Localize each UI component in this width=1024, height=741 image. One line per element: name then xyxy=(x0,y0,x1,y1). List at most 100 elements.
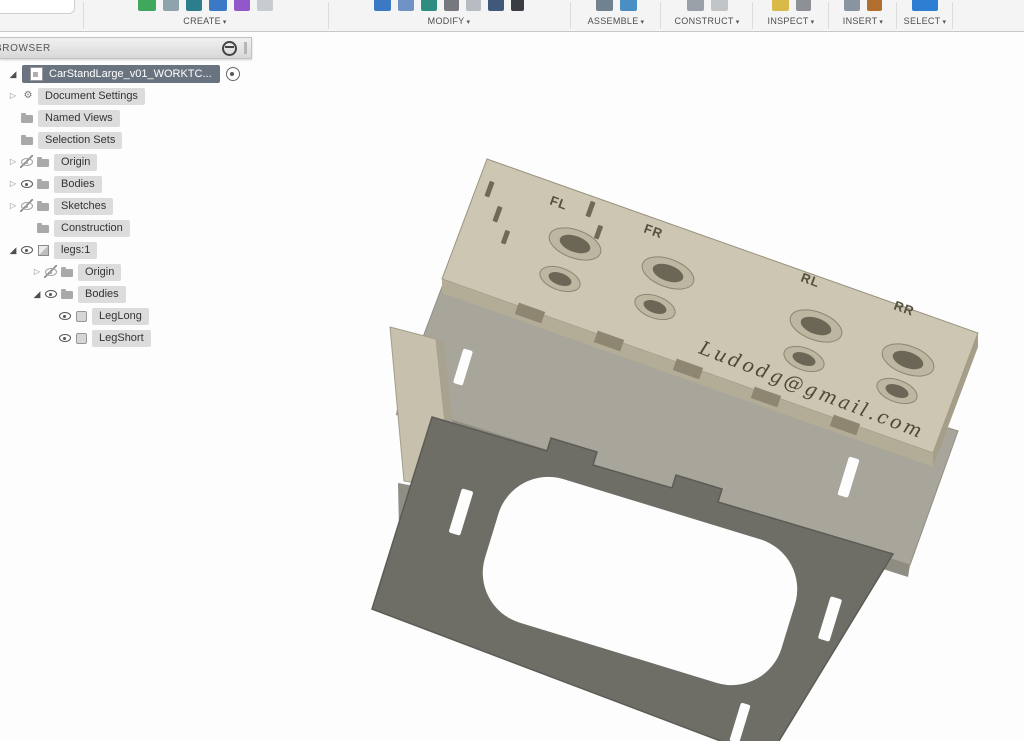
folder-icon xyxy=(36,155,52,169)
toolbar-group-select: SELECT▾ xyxy=(898,0,952,31)
browser-item-construction[interactable]: Construction xyxy=(0,217,252,239)
offset-plane-icon[interactable] xyxy=(687,0,704,11)
create-sketch-icon[interactable] xyxy=(186,0,202,11)
insert-menu[interactable]: INSERT▾ xyxy=(830,16,896,26)
browser-item-legshort[interactable]: LegShort xyxy=(0,327,252,349)
decal-icon[interactable] xyxy=(867,0,882,11)
insert-menu-label: INSERT xyxy=(843,16,878,26)
browser-item-named-views[interactable]: Named Views xyxy=(0,107,252,129)
select-menu[interactable]: SELECT▾ xyxy=(898,16,952,26)
visibility-eye-icon[interactable] xyxy=(20,199,36,213)
measure-icon[interactable] xyxy=(772,0,789,11)
visibility-eye-icon[interactable] xyxy=(20,243,36,257)
panel-resize-handle[interactable] xyxy=(244,42,247,54)
joint-icon[interactable] xyxy=(596,0,613,11)
visibility-eye-icon[interactable] xyxy=(20,155,36,169)
item-label: Bodies xyxy=(78,286,126,303)
scale-icon[interactable] xyxy=(466,0,481,11)
draft-icon[interactable] xyxy=(444,0,459,11)
browser-item-legs-bodies[interactable]: ◢ Bodies xyxy=(0,283,252,305)
folder-icon xyxy=(60,287,76,301)
item-label: Sketches xyxy=(54,198,113,215)
toolbar-divider xyxy=(896,2,897,29)
fillet-icon[interactable] xyxy=(398,0,414,11)
inspect-tool-icons xyxy=(754,0,828,12)
expand-arrow-icon[interactable]: ▷ xyxy=(30,268,44,276)
press-pull-icon[interactable] xyxy=(374,0,391,11)
root-component-label[interactable]: CarStandLarge_v01_WORKTC... xyxy=(22,65,220,83)
expand-arrow-icon[interactable]: ◢ xyxy=(6,70,20,79)
chevron-down-icon: ▾ xyxy=(811,19,815,26)
expand-arrow-icon[interactable]: ▷ xyxy=(6,92,20,100)
inspect-menu[interactable]: INSPECT▾ xyxy=(754,16,828,26)
browser-item-legs-origin[interactable]: ▷ Origin xyxy=(0,261,252,283)
visibility-eye-icon[interactable] xyxy=(44,287,60,301)
item-label: CarStandLarge_v01_WORKTC... xyxy=(49,68,212,81)
extrude-icon[interactable] xyxy=(209,0,227,11)
document-tab[interactable] xyxy=(0,0,75,14)
folder-icon xyxy=(36,177,52,191)
modify-menu[interactable]: MODIFY▾ xyxy=(330,16,568,26)
assemble-tool-icons xyxy=(572,0,660,12)
browser-item-origin[interactable]: ▷ Origin xyxy=(0,151,252,173)
item-label: Origin xyxy=(78,264,121,281)
sphere-icon[interactable] xyxy=(234,0,250,11)
visibility-eye-icon[interactable] xyxy=(44,265,60,279)
browser-item-root-component[interactable]: ◢ CarStandLarge_v01_WORKTC... xyxy=(0,63,252,85)
move-down-icon[interactable] xyxy=(511,0,524,11)
shell-icon[interactable] xyxy=(421,0,437,11)
visibility-eye-icon[interactable] xyxy=(20,177,36,191)
create-menu-label: CREATE xyxy=(183,16,221,26)
primitive-icon[interactable] xyxy=(257,0,273,11)
chevron-down-icon: ▾ xyxy=(466,19,470,26)
toolbar-group-construct: CONSTRUCT▾ xyxy=(662,0,752,31)
expand-arrow-icon[interactable]: ▷ xyxy=(6,202,20,210)
folder-icon xyxy=(36,221,52,235)
collapse-panel-icon[interactable] xyxy=(222,41,237,56)
visibility-eye-icon[interactable] xyxy=(58,331,74,345)
activate-component-radio[interactable] xyxy=(226,67,240,81)
gear-icon: ⚙ xyxy=(20,89,36,103)
toolbar-divider xyxy=(660,2,661,29)
create-form-icon[interactable] xyxy=(163,0,179,11)
browser-item-document-settings[interactable]: ▷ ⚙ Document Settings xyxy=(0,85,252,107)
new-component-icon[interactable] xyxy=(138,0,156,11)
item-label: LegLong xyxy=(92,308,149,325)
axis-icon[interactable] xyxy=(711,0,728,11)
toolbar-divider xyxy=(328,2,329,29)
visibility-eye-icon[interactable] xyxy=(58,309,74,323)
insert-tool-icons xyxy=(830,0,896,12)
expand-arrow-icon[interactable]: ◢ xyxy=(30,290,44,299)
browser-item-selection-sets[interactable]: Selection Sets xyxy=(0,129,252,151)
chevron-down-icon: ▾ xyxy=(942,19,946,26)
select-arrow-icon[interactable] xyxy=(912,0,938,11)
as-built-joint-icon[interactable] xyxy=(620,0,637,11)
item-label: legs:1 xyxy=(54,242,97,259)
section-analysis-icon[interactable] xyxy=(796,0,811,11)
toolbar-divider xyxy=(828,2,829,29)
browser-item-legs-component[interactable]: ◢ legs:1 xyxy=(0,239,252,261)
modify-tool-icons xyxy=(330,0,568,12)
construct-menu[interactable]: CONSTRUCT▾ xyxy=(662,16,752,26)
browser-item-leglong[interactable]: LegLong xyxy=(0,305,252,327)
item-label: Named Views xyxy=(38,110,120,127)
item-label: LegShort xyxy=(92,330,151,347)
browser-item-bodies[interactable]: ▷ Bodies xyxy=(0,173,252,195)
folder-icon xyxy=(36,199,52,213)
assemble-menu[interactable]: ASSEMBLE▾ xyxy=(572,16,660,26)
toolbar-group-inspect: INSPECT▾ xyxy=(754,0,828,31)
construct-tool-icons xyxy=(662,0,752,12)
expand-arrow-icon[interactable]: ◢ xyxy=(6,246,20,255)
modify-menu-label: MODIFY xyxy=(428,16,465,26)
body-icon xyxy=(74,331,90,345)
chevron-down-icon: ▾ xyxy=(736,19,740,26)
combine-icon[interactable] xyxy=(488,0,504,11)
expand-arrow-icon[interactable]: ▷ xyxy=(6,180,20,188)
item-label: Origin xyxy=(54,154,97,171)
expand-arrow-icon[interactable]: ▷ xyxy=(6,158,20,166)
insert-mesh-icon[interactable] xyxy=(844,0,860,11)
browser-header[interactable]: BROWSER xyxy=(0,37,252,59)
create-menu[interactable]: CREATE▾ xyxy=(85,16,325,26)
folder-icon xyxy=(60,265,76,279)
browser-item-sketches[interactable]: ▷ Sketches xyxy=(0,195,252,217)
